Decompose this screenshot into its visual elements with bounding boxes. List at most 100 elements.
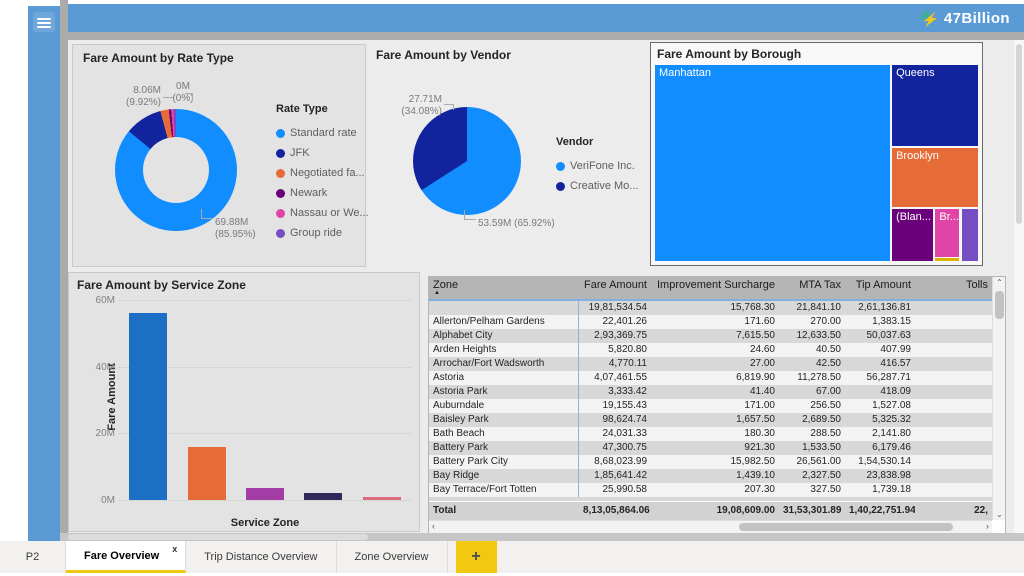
cell-tip-amount: 50,037.63 <box>845 329 915 343</box>
table-horizontal-scrollbar[interactable]: ‹ › <box>429 520 992 533</box>
canvas-vertical-scrollbar[interactable] <box>1014 40 1024 533</box>
hamburger-menu-icon[interactable] <box>33 12 55 32</box>
add-page-button[interactable]: + <box>456 541 497 573</box>
cell-mta-tax: 327.50 <box>779 483 845 497</box>
x-axis-title: Service Zone <box>119 517 411 529</box>
table-row[interactable]: Bath Beach 24,031.33 180.30 288.50 2,141… <box>429 427 992 441</box>
table-row[interactable]: Auburndale 19,155.43 171.00 256.50 1,527… <box>429 399 992 413</box>
scroll-down-icon[interactable]: ⌄ <box>993 510 1006 519</box>
tab-p2[interactable]: P2 <box>0 541 66 573</box>
cell-fare-amount: 24,031.33 <box>579 427 651 441</box>
rail-divider <box>60 0 68 541</box>
bar-column <box>236 488 294 500</box>
bar-series <box>119 300 411 500</box>
table-row[interactable]: Arrochar/Fort Wadsworth 4,770.11 27.00 4… <box>429 357 992 371</box>
scroll-left-icon[interactable]: ‹ <box>432 521 435 531</box>
scroll-right-icon[interactable]: › <box>986 521 989 531</box>
legend-dot-icon <box>276 189 285 198</box>
legend-item[interactable]: Nassau or We... <box>276 203 369 223</box>
treemap-node[interactable] <box>962 209 978 261</box>
vertical-scroll-thumb[interactable] <box>995 291 1004 319</box>
tab-trip-distance-overview[interactable]: Trip Distance Overview <box>186 541 336 573</box>
canvas-horizontal-scrollbar[interactable] <box>60 533 1024 541</box>
treemap-node[interactable] <box>935 258 959 261</box>
treemap-node-label: Br... <box>939 211 959 223</box>
total-mta-tax: 31,53,301.89 <box>779 502 845 520</box>
canvas-horizontal-scroll-thumb[interactable] <box>68 534 368 540</box>
legend-item-label: Group ride <box>290 227 342 239</box>
treemap-node-label: (Blan... <box>896 211 931 223</box>
bar[interactable] <box>129 313 167 500</box>
top-bar: 47Billion <box>68 4 1024 32</box>
bar[interactable] <box>304 493 342 500</box>
table-row[interactable]: Arden Heights 5,820.80 24.60 40.50 407.9… <box>429 343 992 357</box>
table-row[interactable]: Bay Ridge 1,85,641.42 1,439.10 2,327.50 … <box>429 469 992 483</box>
treemap-node[interactable]: Brooklyn <box>892 148 978 207</box>
legend-item[interactable]: Group ride <box>276 223 369 243</box>
cell-mta-tax: 40.50 <box>779 343 845 357</box>
cell-zone: Bay Terrace/Fort Totten <box>429 483 579 497</box>
table-row[interactable]: Bay Terrace/Fort Totten 25,990.58 207.30… <box>429 483 992 497</box>
table-row[interactable]: Battery Park 47,300.75 921.30 1,533.50 6… <box>429 441 992 455</box>
rate-type-callout-small: 0M(0%) <box>165 81 201 105</box>
cell-tolls <box>915 385 992 399</box>
cell-fare-amount: 4,07,461.55 <box>579 371 651 385</box>
close-tab-icon[interactable]: x <box>172 544 177 554</box>
scroll-up-icon[interactable]: ⌃ <box>993 278 1006 287</box>
legend-dot-icon <box>276 229 285 238</box>
cell-tolls <box>915 413 992 427</box>
cell-improvement-surcharge: 6,819.90 <box>651 371 779 385</box>
column-header-mta-tax[interactable]: MTA Tax <box>779 277 845 299</box>
legend-dot-icon <box>276 149 285 158</box>
legend-item[interactable]: Standard rate <box>276 123 369 143</box>
rate-type-donut-chart[interactable] <box>115 109 237 231</box>
legend-item[interactable]: VeriFone Inc. <box>556 156 638 176</box>
table-row[interactable]: Baisley Park 98,624.74 1,657.50 2,689.50… <box>429 413 992 427</box>
treemap-node[interactable]: Br... <box>935 209 959 257</box>
table-row[interactable]: 19,81,534.54 15,768.30 21,841.10 2,61,13… <box>429 301 992 315</box>
cell-improvement-surcharge: 171.60 <box>651 315 779 329</box>
top-divider-strip <box>60 32 1024 40</box>
legend-item[interactable]: Creative Mo... <box>556 176 638 196</box>
legend-item[interactable]: Negotiated fa... <box>276 163 369 183</box>
cell-tip-amount: 2,141.80 <box>845 427 915 441</box>
sort-ascending-icon: ▲ <box>434 290 440 296</box>
treemap-node[interactable]: Queens <box>892 65 978 146</box>
cell-mta-tax: 12,633.50 <box>779 329 845 343</box>
column-header-tip-amount[interactable]: Tip Amount <box>845 277 915 299</box>
table-row[interactable]: Alphabet City 2,93,369.75 7,615.50 12,63… <box>429 329 992 343</box>
legend-item-label: Nassau or We... <box>290 207 369 219</box>
table-row[interactable]: Astoria 4,07,461.55 6,819.90 11,278.50 5… <box>429 371 992 385</box>
column-header-zone[interactable]: Zone ▲ <box>429 277 579 299</box>
cell-improvement-surcharge: 15,982.50 <box>651 455 779 469</box>
vendor-pie-chart[interactable] <box>413 107 521 215</box>
vendor-legend-title: Vendor <box>556 136 638 148</box>
legend-item[interactable]: Newark <box>276 183 369 203</box>
total-improvement-surcharge: 19,08,609.00 <box>651 502 779 520</box>
cell-tip-amount: 416.57 <box>845 357 915 371</box>
tab-zone-overview[interactable]: Zone Overview <box>337 541 448 573</box>
tab-fare-overview[interactable]: Fare Overview x <box>66 541 186 573</box>
horizontal-scroll-thumb[interactable] <box>739 523 953 531</box>
table-vertical-scrollbar[interactable]: ⌃ ⌄ <box>992 277 1005 520</box>
cell-tip-amount: 1,383.15 <box>845 315 915 329</box>
bar[interactable] <box>363 497 401 500</box>
legend-item[interactable]: JFK <box>276 143 369 163</box>
treemap-node[interactable]: (Blan... <box>892 209 933 261</box>
column-header-improvement-surcharge[interactable]: Improvement Surcharge <box>651 277 779 299</box>
table-row[interactable]: Allerton/Pelham Gardens 22,401.26 171.60… <box>429 315 992 329</box>
cell-tolls <box>915 329 992 343</box>
column-header-tolls[interactable]: Tolls <box>915 277 992 299</box>
card-fare-by-vendor: Fare Amount by Vendor 27.71M(34.08%) 53.… <box>372 42 646 268</box>
canvas-scroll-thumb[interactable] <box>1016 44 1022 224</box>
cell-tolls <box>915 455 992 469</box>
treemap-node[interactable]: Manhattan <box>655 65 890 261</box>
cell-mta-tax: 26,561.00 <box>779 455 845 469</box>
cell-zone: Baisley Park <box>429 413 579 427</box>
table-row[interactable]: Astoria Park 3,333.42 41.40 67.00 418.09 <box>429 385 992 399</box>
table-row[interactable]: Battery Park City 8,68,023.99 15,982.50 … <box>429 455 992 469</box>
bar[interactable] <box>188 447 226 500</box>
column-header-fare-amount[interactable]: Fare Amount <box>579 277 651 299</box>
total-tolls: 22, <box>915 502 992 520</box>
bar[interactable] <box>246 488 284 500</box>
